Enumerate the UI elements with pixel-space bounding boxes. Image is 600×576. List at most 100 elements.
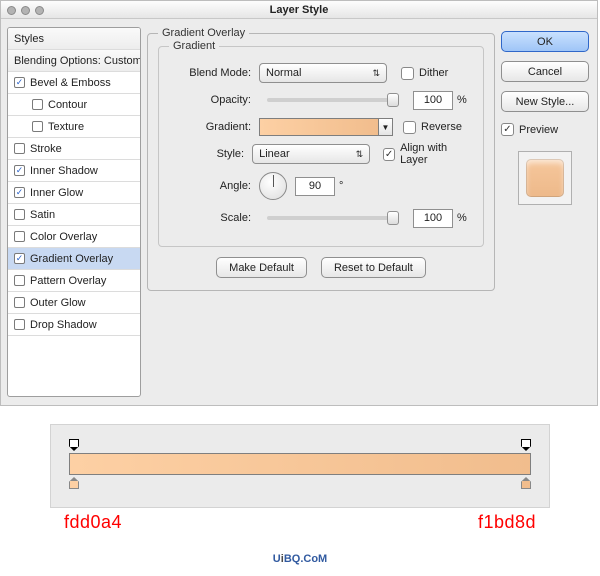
make-default-button[interactable]: Make Default <box>216 257 307 278</box>
effect-checkbox[interactable] <box>14 319 25 330</box>
sidebar-item-label: Stroke <box>30 143 62 155</box>
sidebar-label: Blending Options: Custom <box>14 55 141 67</box>
slider-thumb[interactable] <box>387 211 399 225</box>
style-select[interactable]: Linear ⇅ <box>252 144 370 164</box>
panel-subtitle: Gradient <box>169 40 219 52</box>
sidebar-item-contour[interactable]: Contour <box>8 94 140 116</box>
reverse-label: Reverse <box>421 121 462 133</box>
effect-checkbox[interactable] <box>14 253 25 264</box>
angle-unit: ° <box>339 180 343 192</box>
angle-dial[interactable] <box>259 172 287 200</box>
sidebar-item-stroke[interactable]: Stroke <box>8 138 140 160</box>
effect-checkbox[interactable] <box>14 77 25 88</box>
minimize-icon[interactable] <box>21 6 30 15</box>
sidebar-header-blending[interactable]: Blending Options: Custom <box>8 50 140 72</box>
panel-title: Gradient Overlay <box>158 27 249 39</box>
color-stop-left[interactable] <box>69 477 79 489</box>
sidebar-label: Styles <box>14 33 44 45</box>
scale-unit: % <box>457 212 467 224</box>
gradient-editor <box>50 424 550 508</box>
effect-checkbox[interactable] <box>32 99 43 110</box>
effect-checkbox[interactable] <box>14 297 25 308</box>
reset-default-button[interactable]: Reset to Default <box>321 257 426 278</box>
sidebar-item-inner-glow[interactable]: Inner Glow <box>8 182 140 204</box>
effect-checkbox[interactable] <box>14 165 25 176</box>
opacity-unit: % <box>457 94 467 106</box>
align-checkbox[interactable] <box>383 148 395 161</box>
dither-label: Dither <box>419 67 448 79</box>
dither-checkbox[interactable] <box>401 67 414 80</box>
blend-mode-value: Normal <box>266 67 301 79</box>
sidebar-item-inner-shadow[interactable]: Inner Shadow <box>8 160 140 182</box>
scale-slider[interactable] <box>267 216 395 220</box>
reverse-checkbox[interactable] <box>403 121 416 134</box>
effects-sidebar: Styles Blending Options: Custom Bevel & … <box>7 27 141 397</box>
align-label: Align with Layer <box>400 142 471 166</box>
gradient-label: Gradient: <box>171 121 259 133</box>
sidebar-item-color-overlay[interactable]: Color Overlay <box>8 226 140 248</box>
opacity-slider[interactable] <box>267 98 395 102</box>
preview-checkbox[interactable] <box>501 123 514 136</box>
effect-checkbox[interactable] <box>14 143 25 154</box>
effect-checkbox[interactable] <box>14 209 25 220</box>
sidebar-item-label: Texture <box>48 121 84 133</box>
sidebar-item-label: Outer Glow <box>30 297 86 309</box>
style-value: Linear <box>259 148 290 160</box>
scale-input[interactable]: 100 <box>413 209 453 228</box>
opacity-stop-left[interactable] <box>69 439 79 451</box>
sidebar-item-gradient-overlay[interactable]: Gradient Overlay <box>8 248 140 270</box>
sidebar-item-texture[interactable]: Texture <box>8 116 140 138</box>
sidebar-item-label: Color Overlay <box>30 231 97 243</box>
layer-style-dialog: Layer Style Styles Blending Options: Cus… <box>0 0 598 406</box>
zoom-icon[interactable] <box>35 6 44 15</box>
sidebar-item-label: Contour <box>48 99 87 111</box>
sidebar-item-label: Drop Shadow <box>30 319 97 331</box>
angle-input[interactable]: 90 <box>295 177 335 196</box>
sidebar-item-satin[interactable]: Satin <box>8 204 140 226</box>
sidebar-item-pattern-overlay[interactable]: Pattern Overlay <box>8 270 140 292</box>
ok-button[interactable]: OK <box>501 31 589 52</box>
sidebar-item-bevel-emboss[interactable]: Bevel & Emboss <box>8 72 140 94</box>
sidebar-item-label: Inner Glow <box>30 187 83 199</box>
dialog-actions: OK Cancel New Style... Preview <box>501 27 589 397</box>
effect-checkbox[interactable] <box>14 231 25 242</box>
effect-checkbox[interactable] <box>14 187 25 198</box>
style-label: Style: <box>171 148 252 160</box>
chevron-updown-icon: ⇅ <box>356 150 364 159</box>
cancel-button[interactable]: Cancel <box>501 61 589 82</box>
close-icon[interactable] <box>7 6 16 15</box>
effect-checkbox[interactable] <box>32 121 43 132</box>
gradient-swatch[interactable] <box>259 118 379 136</box>
preview-label: Preview <box>519 124 558 136</box>
color-stop-right[interactable] <box>521 477 531 489</box>
title-bar: Layer Style <box>1 1 597 19</box>
preview-thumbnail <box>518 151 572 205</box>
sidebar-header-styles[interactable]: Styles <box>8 28 140 50</box>
blend-mode-label: Blend Mode: <box>171 67 259 79</box>
blend-mode-select[interactable]: Normal ⇅ <box>259 63 387 83</box>
dialog-title: Layer Style <box>270 4 329 16</box>
sidebar-item-label: Gradient Overlay <box>30 253 113 265</box>
sidebar-item-drop-shadow[interactable]: Drop Shadow <box>8 314 140 336</box>
opacity-input[interactable]: 100 <box>413 91 453 110</box>
window-controls <box>7 6 44 15</box>
opacity-label: Opacity: <box>171 94 259 106</box>
slider-thumb[interactable] <box>387 93 399 107</box>
preview-swatch-icon <box>526 159 564 197</box>
hex-left: fdd0a4 <box>64 512 122 533</box>
sidebar-item-label: Pattern Overlay <box>30 275 106 287</box>
gradient-bar[interactable] <box>69 453 531 475</box>
watermark: UiBQ.CoM <box>0 545 600 568</box>
sidebar-item-label: Inner Shadow <box>30 165 98 177</box>
settings-panel: Gradient Overlay Gradient Blend Mode: No… <box>147 27 495 397</box>
effect-checkbox[interactable] <box>14 275 25 286</box>
angle-label: Angle: <box>171 180 259 192</box>
opacity-stop-right[interactable] <box>521 439 531 451</box>
chevron-updown-icon: ⇅ <box>372 69 380 78</box>
gradient-dropdown[interactable]: ▼ <box>379 118 393 136</box>
sidebar-item-outer-glow[interactable]: Outer Glow <box>8 292 140 314</box>
hex-right: f1bd8d <box>478 512 536 533</box>
sidebar-item-label: Satin <box>30 209 55 221</box>
new-style-button[interactable]: New Style... <box>501 91 589 112</box>
sidebar-item-label: Bevel & Emboss <box>30 77 111 89</box>
